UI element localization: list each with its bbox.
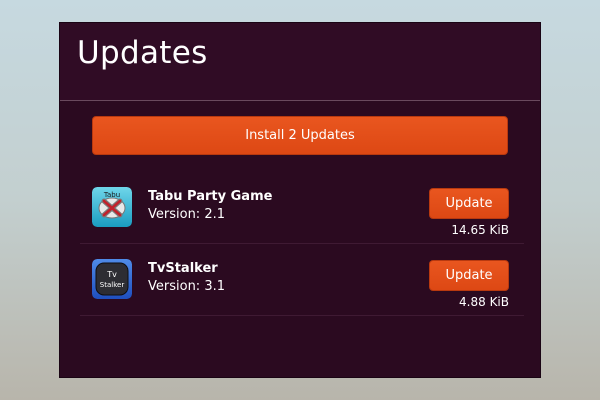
app-name: Tabu Party Game bbox=[148, 189, 273, 204]
tvstalker-icon: Tv Stalker bbox=[92, 259, 132, 299]
update-list: Tabu Tabu Party Game Version: 2.1 Update… bbox=[80, 173, 524, 317]
tvstalker-icon-text-top: Tv bbox=[106, 270, 117, 279]
install-all-updates-button[interactable]: Install 2 Updates bbox=[92, 116, 508, 155]
page-title: Updates bbox=[77, 35, 208, 71]
download-size: 14.65 KiB bbox=[451, 223, 509, 237]
update-row-tabu-party-game: Tabu Tabu Party Game Version: 2.1 Update… bbox=[80, 173, 524, 244]
tabu-party-game-icon: Tabu bbox=[92, 187, 132, 227]
download-size: 4.88 KiB bbox=[459, 295, 509, 309]
app-version: Version: 2.1 bbox=[148, 207, 225, 222]
app-name: TvStalker bbox=[148, 261, 218, 276]
updates-panel: Updates Install 2 Updates Tabu Tabu Part… bbox=[59, 22, 541, 378]
header: Updates bbox=[60, 23, 540, 101]
app-version: Version: 3.1 bbox=[148, 279, 225, 294]
update-row-tvstalker: Tv Stalker TvStalker Version: 3.1 Update… bbox=[80, 245, 524, 316]
tvstalker-icon-text-bottom: Stalker bbox=[100, 281, 125, 289]
tabu-icon-text: Tabu bbox=[103, 191, 120, 199]
update-button-tabu-party-game[interactable]: Update bbox=[429, 188, 509, 219]
update-button-tvstalker[interactable]: Update bbox=[429, 260, 509, 291]
